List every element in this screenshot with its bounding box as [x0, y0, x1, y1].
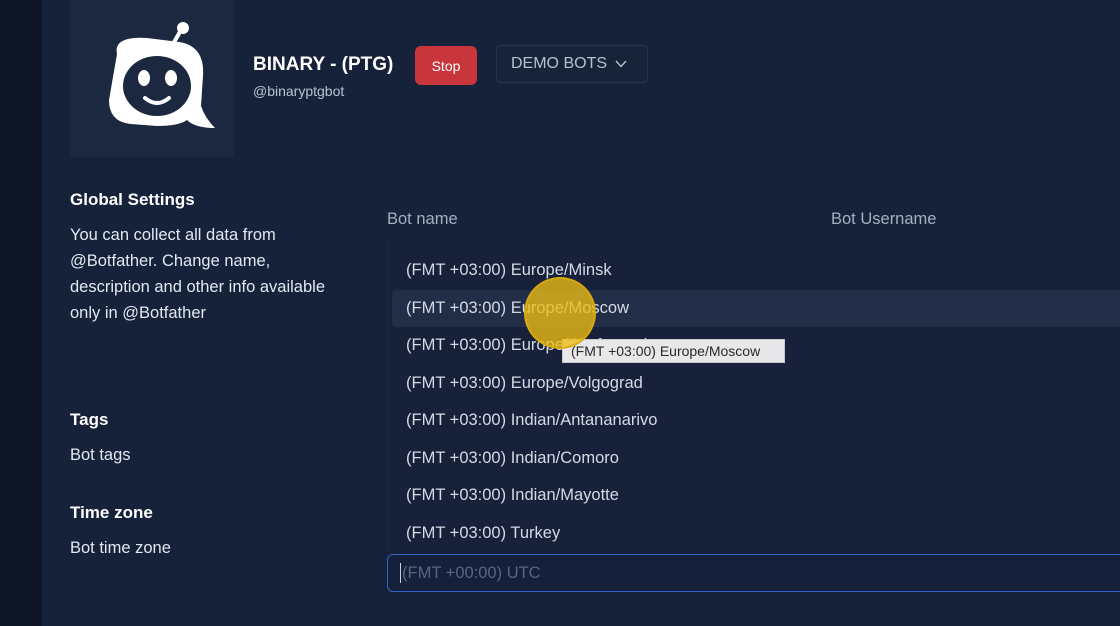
robot-chat-icon — [109, 21, 215, 128]
chevron-down-icon — [615, 60, 627, 68]
timezone-option[interactable]: (FMT +03:00) Europe/Volgograd — [392, 365, 1120, 402]
timezone-input-placeholder: (FMT +00:00) UTC — [402, 563, 541, 582]
timezone-option[interactable]: (FMT +03:00) Indian/Antananarivo — [392, 402, 1120, 439]
left-sidebar-strip — [0, 0, 42, 626]
demo-bots-label: DEMO BOTS — [511, 55, 608, 72]
bot-username-column-header: Bot Username — [831, 210, 937, 228]
demo-bots-dropdown[interactable]: DEMO BOTS — [496, 45, 648, 83]
global-settings-description: You can collect all data from @Botfather… — [70, 226, 326, 322]
cursor-highlight — [524, 277, 596, 349]
time-zone-title: Time zone — [70, 503, 153, 522]
option-tooltip: (FMT +03:00) Europe/Moscow — [562, 339, 785, 363]
bot-name-column-header: Bot name — [387, 210, 458, 228]
text-caret — [400, 563, 401, 583]
stop-button[interactable]: Stop — [415, 46, 477, 85]
timezone-option[interactable]: (FMT +03:00) Indian/Mayotte — [392, 477, 1120, 514]
timezone-option[interactable]: (FMT +03:00) Turkey — [392, 515, 1120, 549]
bot-title: BINARY - (PTG) — [253, 54, 394, 75]
timezone-option[interactable]: (FMT +03:00) Europe/Minsk — [392, 252, 1120, 289]
timezone-dropdown-list: (FMT +03:00) Europe/Minsk (FMT +03:00) E… — [387, 244, 1120, 549]
timezone-search-input[interactable]: (FMT +00:00) UTC — [387, 554, 1120, 592]
tags-title: Tags — [70, 410, 109, 429]
timezone-option[interactable]: (FMT +03:00) Indian/Comoro — [392, 440, 1120, 477]
timezone-option-highlighted[interactable]: (FMT +03:00) Europe/Moscow — [392, 290, 1120, 327]
time-zone-description: Bot time zone — [70, 539, 171, 557]
bot-handle: @binaryptgbot — [253, 83, 345, 99]
bot-avatar — [70, 0, 234, 157]
global-settings-title: Global Settings — [70, 190, 195, 209]
tags-description: Bot tags — [70, 446, 131, 464]
